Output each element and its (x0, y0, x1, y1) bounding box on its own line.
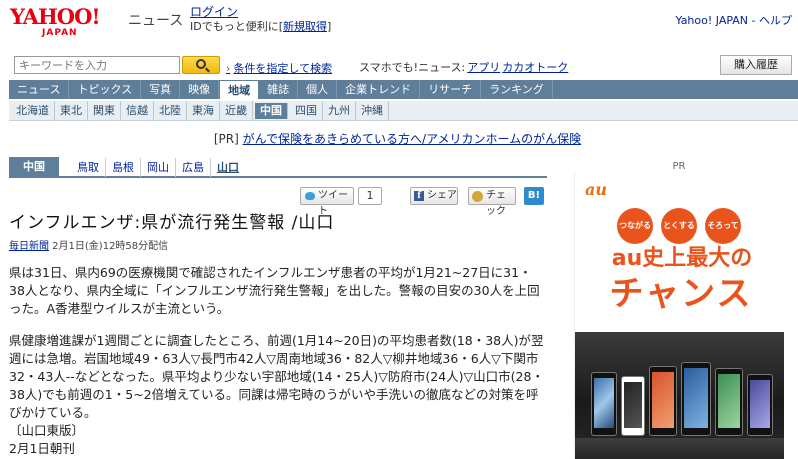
article-byline: 毎日新聞 2月1日(金)12時58分配信 (9, 237, 547, 252)
region-nav-item[interactable]: 東北 (55, 101, 88, 121)
phone-image (649, 366, 677, 436)
paper-date: 2月1日朝刊 (9, 441, 75, 456)
mixi-check-button[interactable]: チェック (468, 187, 516, 217)
region-navigation: 北海道 東北 関東 信越 北陸 東海 近畿 中国 四国 九州 沖縄 (9, 101, 798, 121)
region-nav-item[interactable]: 中国 (255, 103, 288, 119)
main-nav-item[interactable]: ニュース (9, 80, 70, 99)
phone-image (591, 372, 617, 436)
region-label: 中国 (9, 157, 59, 177)
main-nav-item[interactable]: トピックス (69, 80, 142, 99)
tweet-count: 1 (358, 187, 382, 205)
prefecture-tab[interactable]: 山口 (211, 158, 245, 177)
region-nav-item[interactable]: 九州 (323, 101, 356, 121)
region-nav-item[interactable]: 北海道 (11, 101, 55, 121)
pr-prefix: [PR] (213, 132, 243, 146)
region-nav-item[interactable]: 北陸 (154, 101, 187, 121)
social-buttons: ツイート 1 f シェア チェック B! (300, 187, 546, 217)
share-label: シェア (427, 190, 457, 201)
search-icon (196, 59, 206, 69)
register-link[interactable]: 新規取得 (283, 20, 327, 33)
ad-pr-label: PR (672, 161, 686, 172)
article-paragraph-1: 県は31日、県内69の医療機関で確認されたインフルエンザ患者の平均が1月21~2… (9, 265, 540, 316)
phone-image (747, 374, 773, 436)
publish-date: 2月1日(金)12時58分配信 (49, 241, 169, 252)
tweet-button[interactable]: ツイート (300, 187, 354, 217)
au-advertisement[interactable]: au つながる とくする そろってる au史上最大の チャンス (574, 172, 784, 459)
ad-headline: au史上最大の (611, 246, 753, 271)
top-right-links[interactable]: Yahoo! JAPAN - ヘルプ (675, 12, 792, 28)
arrow-right-icon: › (226, 62, 231, 75)
ad-circle-1: つながる (617, 208, 653, 244)
region-nav-item[interactable]: 関東 (88, 101, 121, 121)
phone-image (681, 362, 711, 436)
smartphone-promo: スマホでも!ニュース: アプリ カカオトーク (359, 59, 568, 75)
login-desc-text: IDでもっと便利に[ (190, 20, 284, 33)
source-link[interactable]: 毎日新聞 (9, 241, 49, 252)
mixi-icon (472, 191, 483, 202)
ad-big-text: チャンス (609, 274, 753, 314)
article: インフルエンザ:県が流行発生警報 /山口 毎日新聞 2月1日(金)12時58分配… (9, 212, 547, 458)
prefecture-tab[interactable]: 鳥取 (71, 158, 106, 177)
ad-circle-3: そろってる (705, 208, 741, 266)
main-nav-item[interactable]: 映像 (180, 80, 220, 99)
yahoo-japan-logo[interactable]: YAHOO! JAPAN (10, 6, 122, 42)
search-input[interactable] (14, 56, 180, 74)
ad-circle-2: とくする (661, 208, 697, 244)
phone-image (621, 376, 645, 436)
logo-sub-text: JAPAN (42, 28, 78, 38)
twitter-bird-icon (305, 192, 315, 200)
main-nav-item[interactable]: 雑誌 (259, 80, 299, 99)
article-headline: インフルエンザ:県が流行発生警報 /山口 (9, 213, 335, 233)
main-nav-item[interactable]: ランキング (481, 80, 553, 99)
main-nav-item[interactable]: 写真 (141, 80, 181, 99)
prefecture-tab[interactable]: 島根 (106, 158, 141, 177)
logo-main-text: YAHOO! (10, 4, 101, 29)
main-nav-item[interactable]: 企業トレンド (337, 80, 421, 99)
region-nav-item[interactable]: 沖縄 (356, 101, 389, 121)
main-nav-item[interactable]: 地域 (219, 80, 260, 99)
hatena-bookmark-button[interactable]: B! (524, 187, 544, 205)
phone-image (715, 368, 743, 436)
prefecture-tab[interactable]: 広島 (176, 158, 211, 177)
purchase-history-button[interactable]: 購入履歴 (720, 55, 792, 75)
advanced-search-link[interactable]: › 条件を指定して検索 (226, 60, 332, 76)
main-nav-item[interactable]: 個人 (298, 80, 338, 99)
login-description: IDでもっと便利に[新規取得] (190, 18, 331, 34)
kakaotalk-link[interactable]: カカオトーク (502, 61, 568, 74)
advanced-search-label: 条件を指定して検索 (233, 62, 333, 75)
ad-reflection (575, 438, 784, 459)
prefecture-tab[interactable]: 岡山 (141, 158, 176, 177)
au-logo: au (585, 180, 607, 199)
prefecture-tabs: 中国 鳥取 島根 岡山 広島 山口 (9, 157, 547, 178)
region-nav-item[interactable]: 近畿 (220, 101, 253, 121)
region-nav-item[interactable]: 四国 (290, 101, 323, 121)
pr-banner-text: [PR] がんで保険をあきらめている方へ/アメリカンホームのがん保険 (0, 130, 798, 147)
search-button[interactable] (182, 56, 220, 74)
edition-label: 〔山口東版〕 (9, 423, 85, 438)
main-navigation: ニュース トピックス 写真 映像 地域 雑誌 個人 企業トレンド リサーチ ランキング (9, 80, 798, 99)
login-desc-end: ] (327, 20, 332, 33)
region-nav-item[interactable]: 信越 (121, 101, 154, 121)
facebook-share-button[interactable]: f シェア (410, 187, 458, 205)
article-paragraph-2: 県健康増進課が1週間ごとに調査したところ、前週(1月14~20日)の平均患者数(… (9, 333, 544, 420)
main-nav-item[interactable]: リサーチ (420, 80, 482, 99)
ad-phone-showcase (575, 332, 784, 459)
pr-link[interactable]: がんで保険をあきらめている方へ/アメリカンホームのがん保険 (243, 132, 582, 146)
search-bar: ›条件を指定して検索 スマホでも!ニュース:アプリカカオトーク 購入履歴 (0, 52, 798, 76)
smartphone-promo-text: スマホでも!ニュース: (359, 61, 466, 74)
facebook-icon: f (414, 191, 424, 201)
app-link[interactable]: アプリ (467, 61, 500, 74)
section-title[interactable]: ニュース (128, 10, 183, 30)
region-nav-item[interactable]: 東海 (187, 101, 220, 121)
page-header: YAHOO! JAPAN ニュース ログイン IDでもっと便利に[新規取得] Y… (0, 0, 798, 50)
